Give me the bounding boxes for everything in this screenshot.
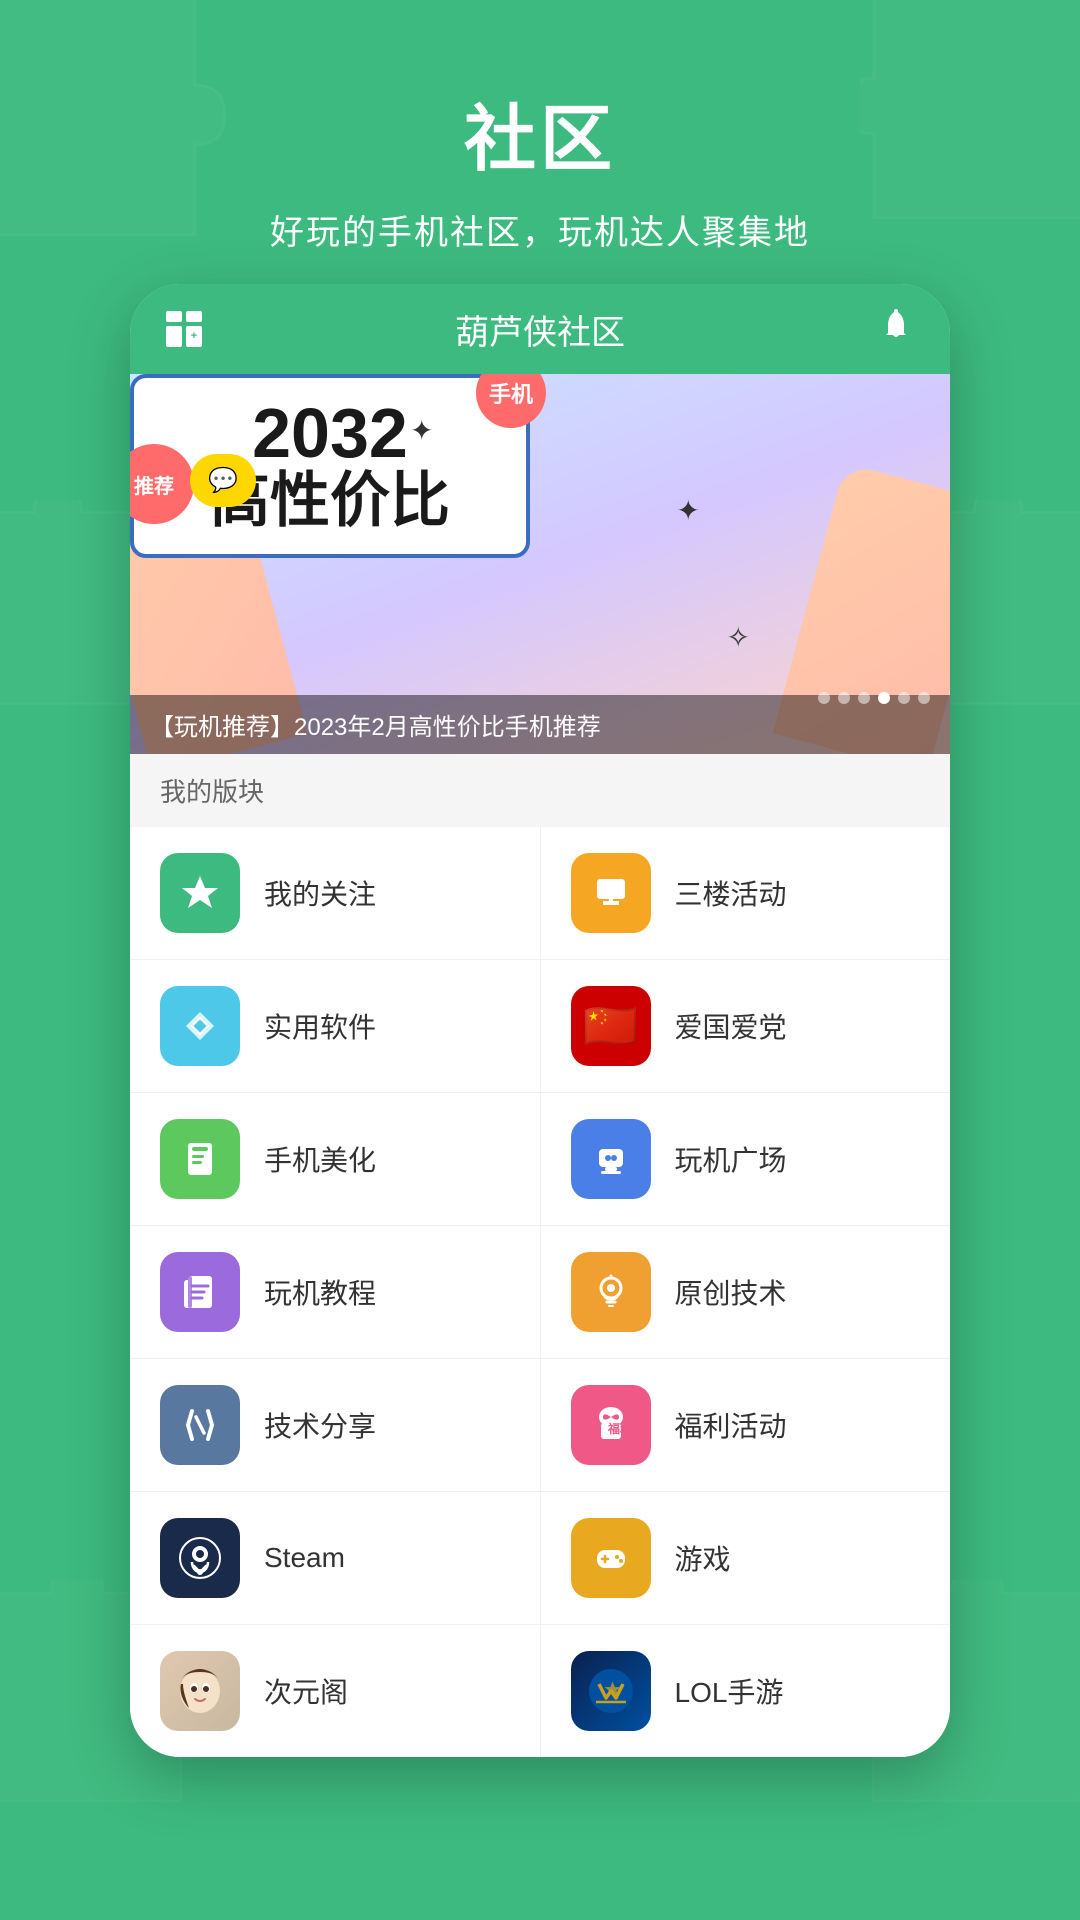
menu-row-4: 玩机教程 原创技术 (130, 1226, 950, 1359)
dot-2 (838, 692, 850, 704)
chat-bubble: 💬 (190, 454, 256, 507)
banner-phone-card: 2032 高性价比 推荐 手机 (130, 374, 530, 558)
app-header: 葫芦侠社区 (130, 284, 950, 374)
page-header: 社区 好玩的手机社区，玩机达人聚集地 (0, 0, 1080, 284)
youxi-icon (571, 1518, 651, 1598)
yuanchuang-icon (571, 1252, 651, 1332)
menu-item-wanjichang[interactable]: 玩机广场 (541, 1093, 951, 1225)
sanlou-label: 三楼活动 (675, 873, 787, 913)
aiguo-label: 爱国爱党 (675, 1006, 787, 1046)
ciyuan-icon (160, 1651, 240, 1731)
ciyuan-label: 次元阁 (264, 1671, 348, 1711)
dot-4-active (878, 692, 890, 704)
sparkle-2: ✦ (677, 494, 700, 527)
jiaocheng-icon (160, 1252, 240, 1332)
ruanjian-label: 实用软件 (264, 1006, 376, 1046)
sparkle-3: ✧ (727, 621, 750, 654)
menu-row-7: 次元阁 LOL手游 (130, 1625, 950, 1757)
menu-grid: 我的关注 三楼活动 (130, 827, 950, 1757)
sanlou-icon (571, 853, 651, 933)
menu-item-meihua[interactable]: 手机美化 (130, 1093, 541, 1225)
page-title: 社区 (0, 80, 1080, 185)
phone-mockup: 葫芦侠社区 ✦ ✦ ✧ 💬 2032 高性价比 推荐 手机 【玩机推荐】202 (130, 284, 950, 1757)
dot-6 (918, 692, 930, 704)
bell-icon[interactable] (878, 307, 914, 352)
menu-item-jishu[interactable]: 技术分享 (130, 1359, 541, 1491)
dot-5 (898, 692, 910, 704)
menu-item-guanzhu[interactable]: 我的关注 (130, 827, 541, 959)
menu-row-3: 手机美化 玩机广场 (130, 1093, 950, 1226)
menu-item-ciyuan[interactable]: 次元阁 (130, 1625, 541, 1757)
wanjichang-label: 玩机广场 (675, 1139, 787, 1179)
guanzhu-label: 我的关注 (264, 873, 376, 913)
grid-plus-icon[interactable] (166, 311, 202, 347)
menu-item-yuanchuang[interactable]: 原创技术 (541, 1226, 951, 1358)
jiaocheng-label: 玩机教程 (264, 1272, 376, 1312)
steam-icon (160, 1518, 240, 1598)
sparkle-1: ✦ (410, 414, 433, 447)
menu-row-5: 技术分享 福利 福利活动 (130, 1359, 950, 1492)
menu-row-2: 实用软件 🇨🇳 爱国爱党 (130, 960, 950, 1093)
meihua-icon (160, 1119, 240, 1199)
steam-label: Steam (264, 1542, 345, 1574)
fuli-label: 福利活动 (675, 1405, 787, 1445)
meihua-label: 手机美化 (264, 1139, 376, 1179)
youxi-label: 游戏 (675, 1538, 731, 1578)
menu-item-youxi[interactable]: 游戏 (541, 1492, 951, 1624)
jishu-label: 技术分享 (264, 1405, 376, 1445)
yuanchuang-label: 原创技术 (675, 1272, 787, 1312)
svg-text:福利: 福利 (607, 1421, 632, 1436)
fuli-icon: 福利 (571, 1385, 651, 1465)
dot-3 (858, 692, 870, 704)
jishu-icon (160, 1385, 240, 1465)
menu-item-fuli[interactable]: 福利 福利活动 (541, 1359, 951, 1491)
menu-item-jiaocheng[interactable]: 玩机教程 (130, 1226, 541, 1358)
aiguo-icon: 🇨🇳 (571, 986, 651, 1066)
menu-item-steam[interactable]: Steam (130, 1492, 541, 1624)
menu-row-1: 我的关注 三楼活动 (130, 827, 950, 960)
lol-label: LOL手游 (675, 1671, 784, 1711)
menu-item-lol[interactable]: LOL手游 (541, 1625, 951, 1757)
wanjichang-icon (571, 1119, 651, 1199)
grid-cell-1 (166, 311, 182, 322)
dot-1 (818, 692, 830, 704)
page-subtitle: 好玩的手机社区，玩机达人聚集地 (0, 205, 1080, 254)
banner: ✦ ✦ ✧ 💬 2032 高性价比 推荐 手机 【玩机推荐】2023年2月高性价… (130, 374, 950, 754)
menu-item-sanlou[interactable]: 三楼活动 (541, 827, 951, 959)
menu-item-ruanjian[interactable]: 实用软件 (130, 960, 541, 1092)
menu-row-6: Steam 游戏 (130, 1492, 950, 1625)
app-title: 葫芦侠社区 (455, 305, 625, 354)
menu-item-aiguo[interactable]: 🇨🇳 爱国爱党 (541, 960, 951, 1092)
section-label: 我的版块 (130, 754, 950, 827)
grid-cell-plus (186, 326, 202, 348)
guanzhu-icon (160, 853, 240, 933)
grid-cell-3 (166, 326, 182, 348)
dots-indicator (818, 692, 930, 704)
lol-icon (571, 1651, 651, 1731)
ruanjian-icon (160, 986, 240, 1066)
grid-cell-2 (186, 311, 202, 322)
